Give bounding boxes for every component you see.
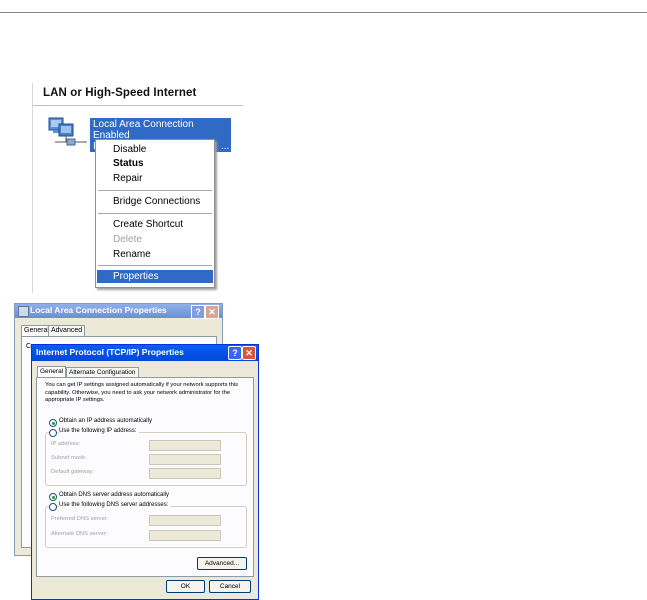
ip-address-label: IP address: [51, 441, 81, 447]
use-following-dns-radio[interactable] [49, 503, 57, 511]
advanced-button[interactable]: Advanced... [197, 557, 247, 570]
preferred-dns-field [149, 515, 221, 526]
top-divider-line [0, 12, 647, 13]
obtain-dns-auto-label[interactable]: Obtain DNS server address automatically [59, 492, 169, 498]
menu-item-status[interactable]: Status [97, 157, 213, 170]
close-button[interactable]: ✕ [205, 305, 219, 319]
use-following-dns-label[interactable]: Use the following DNS server addresses: [59, 502, 171, 508]
window-titlebar[interactable]: Internet Protocol (TCP/IP) Properties ? … [32, 345, 258, 361]
alternate-dns-label: Alternate DNS server: [51, 531, 108, 537]
menu-item-bridge-connections[interactable]: Bridge Connections [97, 195, 213, 208]
obtain-ip-auto-radio[interactable] [49, 419, 57, 427]
network-connection-icon[interactable] [45, 116, 89, 146]
help-button[interactable]: ? [191, 305, 205, 319]
menu-item-disable[interactable]: Disable [97, 143, 213, 156]
window-titlebar[interactable]: Local Area Connection Properties ? ✕ [15, 304, 222, 319]
menu-separator [98, 213, 212, 214]
connection-device-tail: ... [221, 141, 230, 152]
use-following-ip-label[interactable]: Use the following IP address: [59, 428, 139, 434]
network-icon [18, 306, 29, 317]
category-header-title: LAN or High-Speed Internet [43, 87, 197, 99]
ip-address-field [149, 440, 221, 451]
dns-server-group [45, 506, 247, 548]
menu-separator [98, 190, 212, 191]
general-tab-panel: You can get IP settings assigned automat… [36, 377, 254, 577]
subnet-mask-label: Subnet mask: [51, 455, 87, 461]
menu-item-create-shortcut[interactable]: Create Shortcut [97, 218, 213, 231]
default-gateway-label: Default gateway: [51, 469, 95, 475]
obtain-ip-auto-label[interactable]: Obtain an IP address automatically [59, 418, 152, 424]
connection-name: Local Area Connection [93, 119, 194, 130]
context-menu: Disable Status Repair Bridge Connections… [95, 139, 215, 288]
tcpip-properties-window: Internet Protocol (TCP/IP) Properties ? … [31, 344, 259, 600]
default-gateway-field [149, 468, 221, 479]
obtain-dns-auto-radio[interactable] [49, 493, 57, 501]
description-text: You can get IP settings assigned automat… [45, 382, 239, 403]
category-header: LAN or High-Speed Internet [33, 83, 243, 106]
subnet-mask-field [149, 454, 221, 465]
alternate-dns-field [149, 530, 221, 541]
menu-item-properties[interactable]: Properties [97, 270, 213, 283]
menu-item-rename[interactable]: Rename [97, 248, 213, 261]
window-title: Local Area Connection Properties [30, 305, 167, 315]
help-button[interactable]: ? [228, 346, 242, 360]
menu-item-delete: Delete [113, 234, 142, 245]
window-title: Internet Protocol (TCP/IP) Properties [36, 347, 184, 357]
close-button[interactable]: ✕ [242, 346, 256, 360]
menu-item-repair[interactable]: Repair [97, 172, 213, 185]
use-following-ip-radio[interactable] [49, 429, 57, 437]
preferred-dns-label: Preferred DNS server: [51, 516, 109, 522]
ok-button[interactable]: OK [166, 580, 205, 593]
cancel-button[interactable]: Cancel [209, 580, 251, 593]
menu-separator [98, 265, 212, 266]
